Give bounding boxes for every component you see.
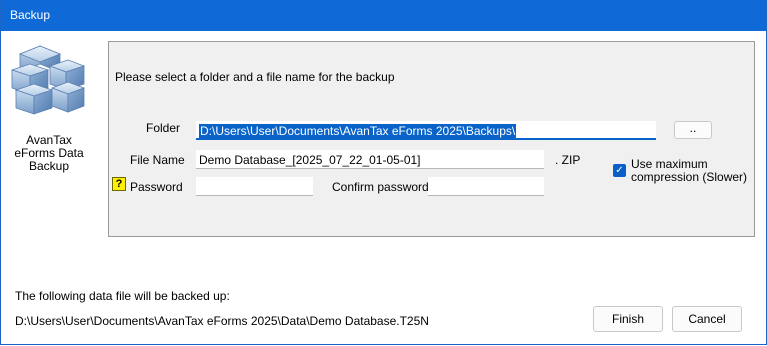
title-bar[interactable]: Backup (1, 0, 766, 31)
stacked-blue-cubes-icon (10, 45, 86, 115)
folder-value: D:\Users\User\Documents\AvanTax eForms 2… (199, 124, 517, 138)
folder-label: Folder (146, 121, 181, 135)
compression-label[interactable]: Use maximum compression (Slower) (631, 158, 747, 184)
browse-folder-button[interactable]: .. (674, 121, 712, 139)
confirm-password-label: Confirm password (332, 180, 429, 194)
instruction-text: Please select a folder and a file name f… (115, 70, 395, 84)
backup-file-path: D:\Users\User\Documents\AvanTax eForms 2… (15, 314, 429, 328)
file-name-input[interactable]: Demo Database_[2025_07_22_01-05-01] (196, 150, 544, 169)
cancel-button[interactable]: Cancel (672, 306, 742, 332)
backup-info-label: The following data file will be backed u… (15, 289, 230, 303)
compression-label-line2: compression (Slower) (631, 170, 748, 184)
file-name-label: File Name (130, 153, 185, 167)
backup-dialog: Backup AvanTax eForms Data Backup Please… (0, 0, 767, 345)
zip-extension-label: . ZIP (555, 153, 581, 167)
password-label: Password (130, 180, 183, 194)
password-input[interactable] (196, 177, 313, 196)
compression-checkbox[interactable]: ✓ (613, 164, 626, 177)
finish-button[interactable]: Finish (593, 306, 663, 332)
folder-input[interactable]: D:\Users\User\Documents\AvanTax eForms 2… (196, 121, 656, 140)
confirm-password-input[interactable] (428, 177, 544, 196)
help-icon[interactable]: ? (112, 177, 126, 191)
app-label: AvanTax eForms Data Backup (14, 133, 84, 173)
window-title: Backup (10, 8, 51, 22)
